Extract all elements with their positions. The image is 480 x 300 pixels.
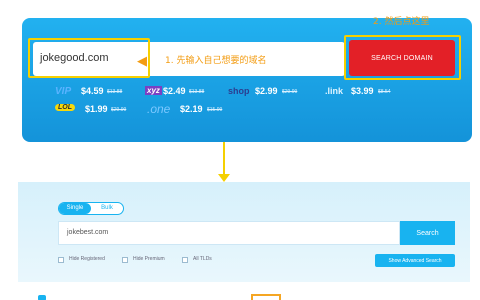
tld-badge-lol[interactable]: LOL — [55, 104, 75, 111]
arrow-down-line — [223, 142, 225, 176]
price-vip: $4.59 — [81, 86, 104, 96]
input-highlight-frame — [28, 38, 150, 78]
old-price-one: $15.99 — [207, 107, 223, 113]
tld-badge-one[interactable]: .one — [147, 102, 170, 116]
highlight-frame — [251, 294, 281, 300]
old-price-vip: $13.88 — [107, 89, 123, 95]
arrow-down-icon — [218, 174, 230, 182]
show-advanced-search-button[interactable]: Show Advanced Search — [375, 254, 455, 267]
option-label: Hide Premium — [133, 256, 165, 262]
old-price-shop: $29.99 — [282, 89, 298, 95]
checkbox-hide-premium[interactable] — [122, 257, 128, 263]
checkbox-hide-registered[interactable] — [58, 257, 64, 263]
arrow-left-icon: ◀ — [137, 54, 147, 69]
price-lol: $1.99 — [85, 104, 108, 114]
option-label: All TLDs — [193, 256, 212, 262]
price-shop: $2.99 — [255, 86, 278, 96]
old-price-xyz: $13.88 — [189, 89, 205, 95]
price-xyz: $2.49 — [163, 86, 186, 96]
page: 2. 然后点这里 jokegood.com ◀ 1. 先输入自己想要的域名 SE… — [0, 0, 480, 300]
tld-badge-vip[interactable]: VIP — [55, 86, 71, 97]
arrow-icon — [38, 295, 46, 300]
search-button[interactable]: Search — [400, 221, 455, 245]
tld-badge-xyz[interactable]: xyz — [145, 86, 162, 95]
old-price-lol: $29.99 — [111, 107, 127, 113]
checkbox-all-tlds[interactable] — [182, 257, 188, 263]
step2-annotation: 2. 然后点这里 — [373, 17, 430, 27]
tld-badge-shop[interactable]: shop — [228, 86, 250, 96]
option-label: Hide Registered — [69, 256, 105, 262]
domain-search-field[interactable]: jokebest.com — [58, 221, 400, 245]
price-link: $3.99 — [351, 86, 374, 96]
search-field-value: jokebest.com — [67, 229, 109, 236]
mode-single-tab[interactable]: Single — [59, 203, 91, 214]
button-highlight-frame — [344, 35, 461, 80]
search-mode-toggle: Single Bulk — [58, 202, 124, 215]
old-price-link: $8.54 — [378, 89, 391, 95]
tld-badge-link[interactable]: .link — [325, 86, 343, 96]
mode-bulk-tab[interactable]: Bulk — [91, 203, 123, 214]
step1-annotation: 1. 先输入自己想要的域名 — [165, 56, 267, 66]
price-one: $2.19 — [180, 104, 203, 114]
